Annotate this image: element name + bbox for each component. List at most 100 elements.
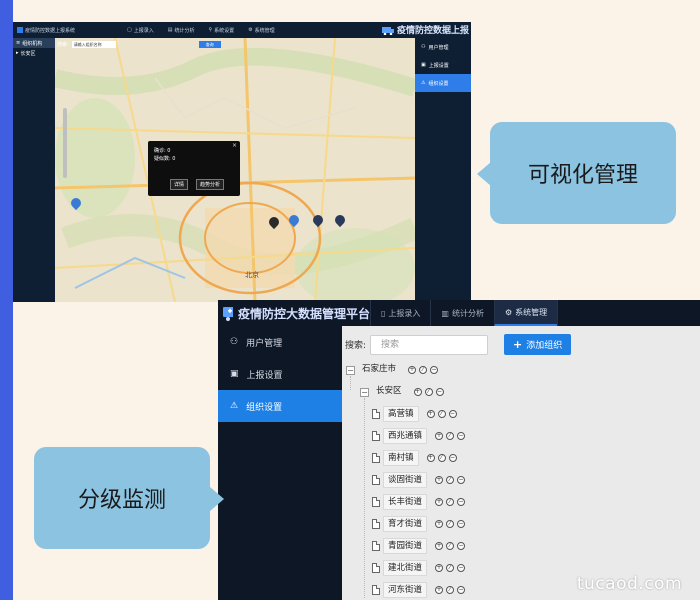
- edit-circle-icon[interactable]: ⁄: [437, 410, 446, 418]
- tree-node-label: 南村镇: [383, 450, 419, 466]
- tree-node-hedong[interactable]: 河东街道 + ⁄ −: [372, 582, 466, 598]
- map-nav-admin-label: 系统管理: [254, 27, 275, 34]
- document-icon: [372, 541, 380, 551]
- add-circle-icon[interactable]: +: [435, 586, 444, 594]
- tree-node-label: 石家庄市: [362, 364, 397, 374]
- folder-icon: ▸: [16, 50, 19, 56]
- map-brand-text: 疫情防控数据上报: [396, 26, 469, 36]
- edit-circle-icon[interactable]: ⁄: [446, 498, 455, 506]
- edit-circle-icon[interactable]: ⁄: [446, 564, 455, 572]
- users-icon: ⚇: [230, 337, 239, 347]
- remove-circle-icon[interactable]: −: [448, 454, 457, 462]
- map-search-bar: 搜索: 请输入组织名称 查询: [57, 41, 221, 48]
- map-right-item-org[interactable]: ⚠ 组织设置: [415, 74, 471, 92]
- tree-node-gaoying[interactable]: 高营镇 + ⁄ −: [372, 406, 457, 422]
- tree-node-changfeng[interactable]: 长丰街道 + ⁄ −: [372, 494, 466, 510]
- popup-detail-button[interactable]: 详情: [170, 179, 189, 190]
- map-right-item-report[interactable]: ▣ 上报设置: [415, 56, 471, 74]
- remove-circle-icon[interactable]: −: [457, 586, 466, 594]
- tree-node-label: 河东街道: [383, 582, 428, 598]
- map-left-panel: ≡ 组织机构 ▸ 长安区: [13, 38, 55, 302]
- map-info-popup: × 确诊: 0 疑似数: 0 详情 趋势分析: [148, 141, 240, 196]
- remove-circle-icon[interactable]: −: [435, 388, 444, 396]
- node-actions: + ⁄ −: [435, 542, 466, 550]
- node-actions: + ⁄ −: [408, 366, 439, 374]
- tree-node-shijiazhuang[interactable]: − 石家庄市 + ⁄ −: [346, 362, 439, 378]
- report-icon: ▣: [421, 62, 426, 68]
- add-circle-icon[interactable]: +: [435, 498, 444, 506]
- map-nav-admin[interactable]: ⚙ 系统管理: [248, 27, 275, 34]
- org-icon: ⚠: [421, 80, 426, 86]
- tree-guide-line: [350, 376, 351, 390]
- tree-node-tangu[interactable]: 谈固街道 + ⁄ −: [372, 472, 466, 488]
- map-search-label: 搜索:: [57, 42, 69, 48]
- remove-circle-icon[interactable]: −: [457, 520, 466, 528]
- document-icon: ▯: [381, 308, 386, 318]
- collapse-icon[interactable]: −: [360, 387, 369, 397]
- remove-circle-icon[interactable]: −: [457, 564, 466, 572]
- tree-node-qingyuan[interactable]: 青园街道 + ⁄ −: [372, 538, 466, 554]
- remove-circle-icon[interactable]: −: [448, 410, 457, 418]
- gear-icon: ⚙: [248, 27, 253, 33]
- remove-circle-icon[interactable]: −: [457, 432, 466, 440]
- sidebar-item-users[interactable]: ⚇ 用户管理: [218, 326, 342, 358]
- admin-logo: 疫情防控大数据管理平台: [218, 304, 370, 322]
- add-circle-icon[interactable]: +: [426, 410, 435, 418]
- remove-circle-icon[interactable]: −: [430, 366, 439, 374]
- sidebar-item-org-settings[interactable]: ⚠ 组织设置: [218, 390, 342, 422]
- add-circle-icon[interactable]: +: [435, 520, 444, 528]
- edit-circle-icon[interactable]: ⁄: [446, 586, 455, 594]
- map-left-item-district[interactable]: ▸ 长安区: [13, 48, 55, 58]
- tree-node-nancun[interactable]: 南村镇 + ⁄ −: [372, 450, 457, 466]
- add-circle-icon[interactable]: +: [413, 388, 422, 396]
- edit-circle-icon[interactable]: ⁄: [437, 454, 446, 462]
- remove-circle-icon[interactable]: −: [457, 542, 466, 550]
- nav-system-admin[interactable]: ⚙ 系统管理: [493, 300, 558, 326]
- map-right-item-users[interactable]: ⚇ 用户管理: [415, 38, 471, 56]
- map-nav-stats[interactable]: ▤ 统计分析: [168, 27, 195, 34]
- edit-circle-icon[interactable]: ⁄: [446, 476, 455, 484]
- tree-node-yucai[interactable]: 育才街道 + ⁄ −: [372, 516, 466, 532]
- nav-report-entry[interactable]: ▯ 上报录入: [370, 300, 430, 326]
- tree-node-jianbei[interactable]: 建北街道 + ⁄ −: [372, 560, 466, 576]
- nav-system-admin-label: 系统管理: [515, 307, 548, 317]
- tree-node-changan[interactable]: − 长安区 + ⁄ −: [360, 384, 444, 400]
- map-brand: 疫情防控数据上报: [381, 23, 469, 36]
- add-circle-icon[interactable]: +: [408, 366, 417, 374]
- add-org-button[interactable]: + 添加组织: [504, 334, 572, 355]
- callout-tiered-monitoring-text: 分级监测: [77, 488, 166, 513]
- add-circle-icon[interactable]: +: [435, 542, 444, 550]
- map-search-button[interactable]: 查询: [198, 41, 221, 48]
- search-input[interactable]: 搜索: [370, 334, 489, 355]
- add-circle-icon[interactable]: +: [435, 476, 444, 484]
- nav-statistics[interactable]: ▥ 统计分析: [430, 300, 494, 326]
- add-circle-icon[interactable]: +: [426, 454, 435, 462]
- remove-circle-icon[interactable]: −: [457, 476, 466, 484]
- document-icon: [372, 519, 380, 529]
- map-left-item-label: 组织机构: [22, 40, 43, 47]
- edit-circle-icon[interactable]: ⁄: [446, 432, 455, 440]
- topbar-filler: [557, 300, 700, 326]
- document-icon: [372, 475, 380, 485]
- map-nav-settings[interactable]: ⚲ 系统设置: [209, 27, 235, 34]
- collapse-icon[interactable]: −: [346, 365, 355, 375]
- map-left-item-org[interactable]: ≡ 组织机构: [13, 38, 55, 48]
- popup-trend-button[interactable]: 趋势分析: [196, 179, 225, 190]
- remove-circle-icon[interactable]: −: [457, 498, 466, 506]
- sidebar-item-label: 组织设置: [246, 402, 283, 413]
- edit-circle-icon[interactable]: ⁄: [419, 366, 428, 374]
- edit-circle-icon[interactable]: ⁄: [424, 388, 433, 396]
- map-zoom-slider[interactable]: [63, 108, 67, 178]
- node-actions: + ⁄ −: [426, 410, 457, 418]
- map-search-input[interactable]: 请输入组织名称: [71, 41, 116, 48]
- tree-node-xizhaotong[interactable]: 西兆通镇 + ⁄ −: [372, 428, 466, 444]
- edit-circle-icon[interactable]: ⁄: [446, 520, 455, 528]
- map-right-item-label: 组织设置: [428, 80, 449, 87]
- add-circle-icon[interactable]: +: [435, 564, 444, 572]
- add-circle-icon[interactable]: +: [435, 432, 444, 440]
- map-nav-report[interactable]: ▢ 上报录入: [127, 27, 154, 34]
- close-icon[interactable]: ×: [232, 142, 237, 149]
- ambulance-icon: [381, 26, 394, 35]
- sidebar-item-report-settings[interactable]: ▣ 上报设置: [218, 358, 342, 390]
- edit-circle-icon[interactable]: ⁄: [446, 542, 455, 550]
